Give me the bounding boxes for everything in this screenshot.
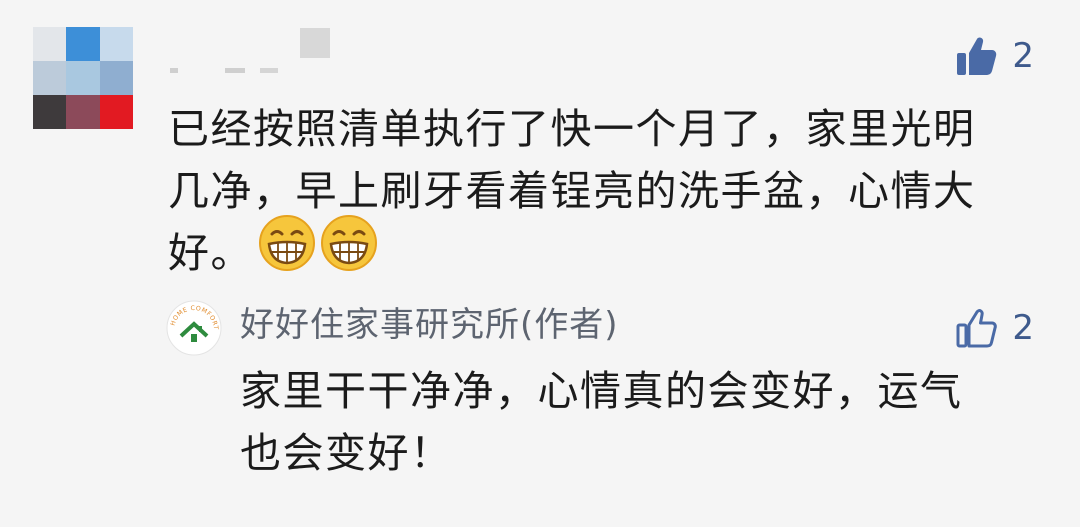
reply-text-line: 家里干干净净，心情真的会变好，运气 — [240, 367, 963, 415]
comment-card: 2 已经按照清单执行了快一个月了，家里光明 几净，早上刷牙看着锃亮的洗手盆，心情… — [0, 0, 1080, 527]
comment-text-line: 已经按照清单执行了快一个月了，家里光明 — [168, 105, 976, 153]
commenter-avatar[interactable] — [33, 27, 133, 129]
author-logo-avatar[interactable]: HOME COMFORTS — [166, 300, 222, 356]
comment-text-line: 几净，早上刷牙看着锃亮的洗手盆，心情大 — [168, 167, 976, 215]
commenter-name-redacted — [170, 28, 340, 78]
comment-text-line: 好。 — [168, 229, 253, 277]
thumbs-up-outline-icon — [956, 309, 998, 348]
reply-like-button[interactable]: 2 — [954, 306, 1034, 350]
reply-text: 家里干干净净，心情真的会变好，运气 也会变好！ — [240, 360, 1030, 484]
reply-like-count: 2 — [1012, 308, 1034, 348]
thumbs-up-filled-icon — [957, 37, 997, 75]
reply-author-name[interactable]: 好好住家事研究所(作者) — [240, 302, 619, 348]
comment-like-button[interactable]: 2 — [954, 34, 1034, 78]
reply-text-line: 也会变好！ — [240, 429, 453, 477]
grinning-face-icon — [259, 215, 315, 271]
grinning-face-icon — [321, 215, 377, 271]
emoji-row — [258, 214, 378, 272]
comment-like-count: 2 — [1012, 36, 1034, 76]
